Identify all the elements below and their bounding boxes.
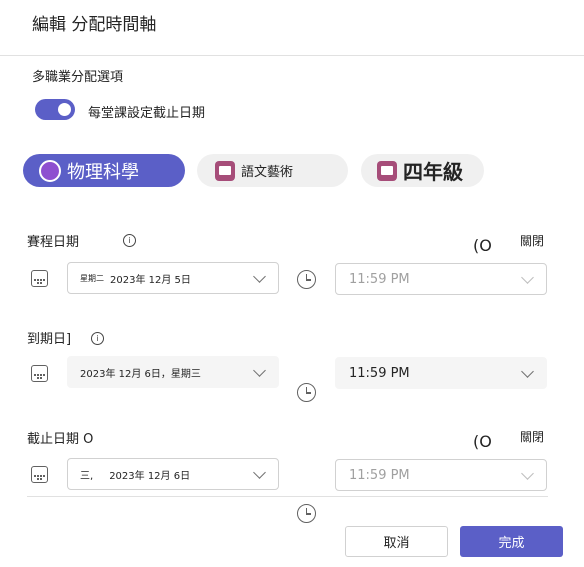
chevron-down-icon [253, 364, 266, 377]
class-chip-physical-science[interactable]: 物理科學 [23, 154, 185, 187]
close-date-label: 截止日期 O [27, 432, 94, 447]
close-time-picker[interactable]: 11:59 PM [335, 459, 547, 491]
schedule-status-indicator: (O [473, 236, 492, 255]
calendar-icon [31, 365, 48, 382]
calendar-icon [31, 466, 48, 483]
schedule-time-picker[interactable]: 11:59 PM [335, 263, 547, 295]
close-date-picker[interactable]: 三, 2023年 12月 6日 [67, 458, 279, 490]
per-class-due-toggle[interactable] [35, 99, 75, 120]
clock-icon [297, 504, 316, 523]
physics-icon [39, 159, 61, 182]
class-chip-label: 物理科學 [67, 161, 139, 183]
toggle-knob [58, 103, 71, 116]
schedule-date-label: 賽程日期 [27, 235, 80, 250]
book-icon [377, 160, 397, 181]
options-label: 多職業分配選項 [32, 70, 124, 85]
schedule-date-weekday: 星期二 [80, 273, 104, 283]
cancel-button[interactable]: 取消 [345, 526, 448, 557]
close-date-value: 2023年 12月 6日 [109, 470, 191, 482]
info-icon[interactable]: i [123, 234, 136, 247]
due-time-picker[interactable]: 11:59 PM [335, 357, 547, 389]
info-icon[interactable]: i [91, 332, 104, 345]
chevron-down-icon [521, 365, 534, 378]
due-date-label: 到期日] [27, 332, 72, 347]
chevron-down-icon [253, 466, 266, 479]
clock-icon [297, 270, 316, 289]
chevron-down-icon [521, 467, 534, 480]
clock-icon [297, 383, 316, 402]
close-status-indicator: (O [473, 432, 492, 451]
due-date-picker[interactable]: 2023年 12月 6日，星期三 [67, 356, 279, 388]
schedule-date-value: 2023年 12月 5日 [110, 274, 191, 286]
done-button[interactable]: 完成 [460, 526, 563, 557]
schedule-time-value: 11:59 PM [349, 271, 410, 287]
close-date-weekday: 三, [80, 470, 94, 482]
footer-divider [27, 496, 548, 497]
class-chip-fourth-grade[interactable]: 四年級 [361, 154, 484, 187]
toggle-label: 每堂課設定截止日期 [88, 106, 206, 121]
close-time-value: 11:59 PM [349, 467, 410, 483]
close-off-label: 關閉 [520, 430, 545, 444]
class-chip-label: 四年級 [403, 160, 463, 184]
class-chip-label: 語文藝術 [241, 165, 294, 180]
schedule-date-picker[interactable]: 星期二 2023年 12月 5日 [67, 262, 279, 294]
calendar-icon [31, 270, 48, 287]
book-icon [215, 160, 235, 181]
header-divider [0, 55, 584, 56]
due-time-value: 11:59 PM [349, 365, 410, 381]
schedule-off-label: 關閉 [520, 234, 545, 248]
class-chip-language-arts[interactable]: 語文藝術 [197, 154, 348, 187]
dialog-title: 編輯 分配時間軸 [32, 15, 157, 35]
due-date-value: 2023年 12月 6日，星期三 [80, 368, 201, 380]
chevron-down-icon [521, 271, 534, 284]
chevron-down-icon [253, 270, 266, 283]
